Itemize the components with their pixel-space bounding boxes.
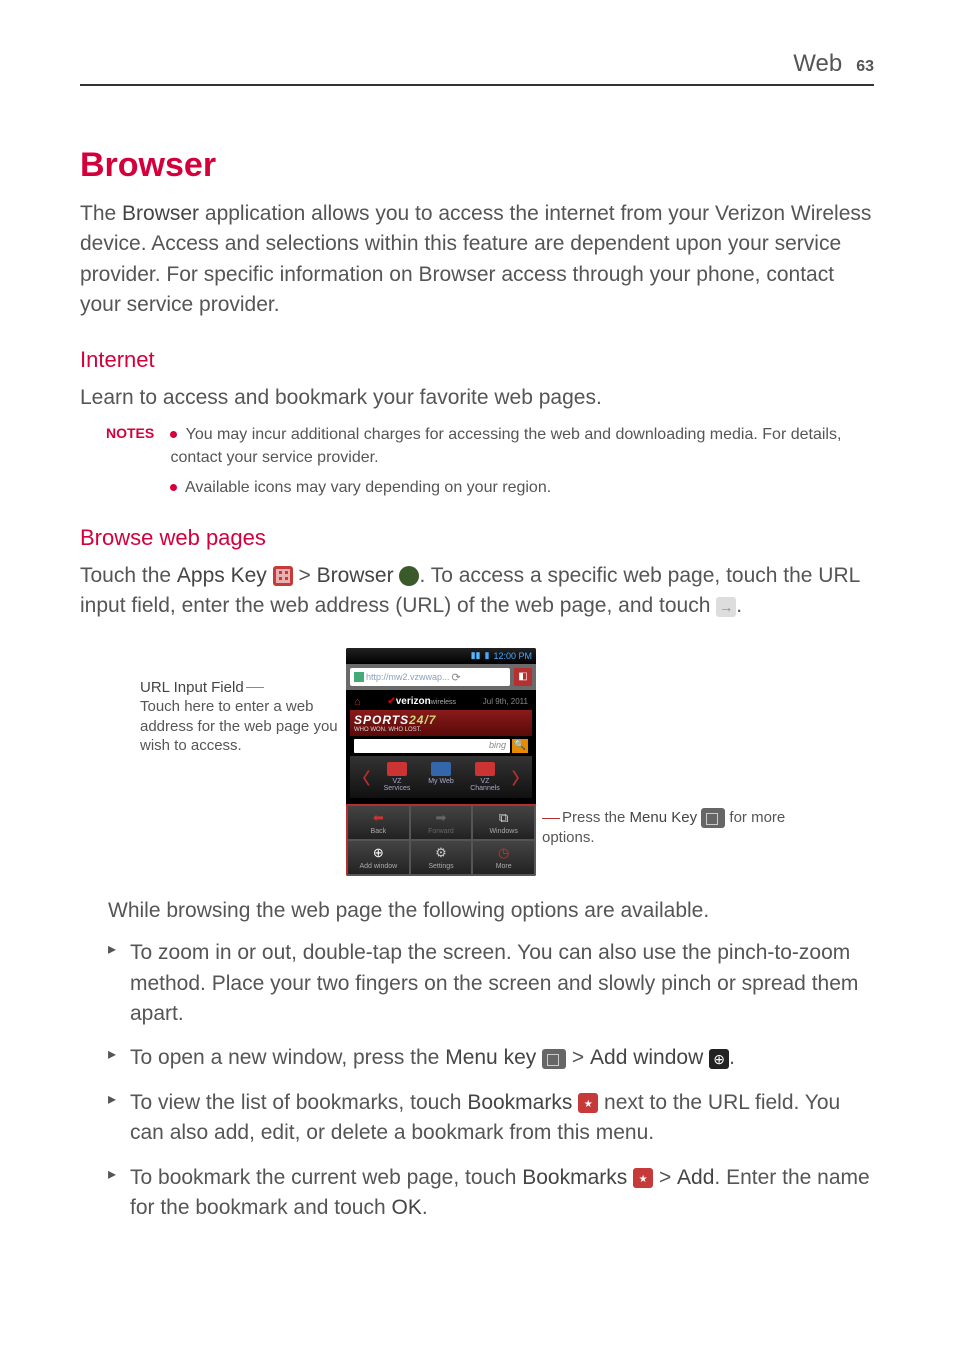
bing-search-button[interactable]: 🔍 xyxy=(512,739,528,753)
note-text: You may incur additional charges for acc… xyxy=(170,426,841,466)
bing-search-input[interactable]: bing xyxy=(354,739,510,753)
callout-desc: Touch here to enter a web address for th… xyxy=(140,698,338,754)
url-input[interactable]: http://mw2.vzwwap... ⟳ xyxy=(350,668,510,686)
internet-lead: Learn to access and bookmark your favori… xyxy=(80,383,874,413)
bookmarks-icon xyxy=(633,1168,653,1188)
browser-menu: ⬅Back ➡Forward ⧉Windows ⊕Add window ⚙Set… xyxy=(346,804,536,876)
figure: URL Input Field Touch here to enter a we… xyxy=(140,648,874,876)
page-content: ⌂ ✔verizonwireless Jul 9th, 2011 SPORTS2… xyxy=(346,690,536,802)
carousel-prev[interactable]: 〈 xyxy=(354,765,370,789)
bullet-icon xyxy=(170,431,177,438)
apps-key-icon xyxy=(273,566,293,586)
menu-key-icon xyxy=(701,808,725,828)
menu-settings[interactable]: ⚙Settings xyxy=(410,840,473,875)
page-header: Web 63 xyxy=(80,50,874,86)
callout-line xyxy=(246,687,264,688)
add-window-icon: ⊕ xyxy=(709,1049,729,1069)
list-item: To open a new window, press the Menu key… xyxy=(108,1043,874,1073)
menu-key-icon xyxy=(542,1049,566,1069)
header-page-number: 63 xyxy=(856,58,874,76)
go-arrow-icon: → xyxy=(716,597,736,617)
url-text: http://mw2.vzwwap... xyxy=(366,672,450,682)
search-row: bing 🔍 xyxy=(350,736,532,756)
page-title: Browser xyxy=(80,146,874,185)
list-item: To view the list of bookmarks, touch Boo… xyxy=(108,1088,874,1149)
note-text: Available icons may vary depending on yo… xyxy=(185,479,551,496)
status-time: 12:00 PM xyxy=(493,651,532,661)
list-item: To bookmark the current web page, touch … xyxy=(108,1163,874,1224)
text-fragment: > xyxy=(293,564,317,587)
browser-icon xyxy=(399,566,419,586)
bookmarks-icon xyxy=(578,1093,598,1113)
menu-windows[interactable]: ⧉Windows xyxy=(472,805,535,840)
status-bar: ▮▮ ▮ 12:00 PM xyxy=(346,648,536,664)
menu-more[interactable]: ◷More xyxy=(472,840,535,875)
menu-forward[interactable]: ➡Forward xyxy=(410,805,473,840)
favicon-icon xyxy=(354,672,364,682)
menu-add-window[interactable]: ⊕Add window xyxy=(347,840,410,875)
bullet-icon xyxy=(170,484,177,491)
url-bar: http://mw2.vzwwap... ⟳ ◧ xyxy=(346,664,536,690)
note-item: You may incur additional charges for acc… xyxy=(170,423,870,469)
page-date: Jul 9th, 2011 xyxy=(483,697,528,706)
internet-heading: Internet xyxy=(80,347,874,373)
header-section: Web xyxy=(793,50,842,78)
notes-block: NOTES You may incur additional charges f… xyxy=(106,423,874,505)
carousel-item[interactable]: My Web xyxy=(423,762,459,792)
after-figure-text: While browsing the web page the followin… xyxy=(108,896,874,926)
callout-menu-key: Press the Menu Key for more options. xyxy=(542,808,802,848)
carousel-item[interactable]: VZ Services xyxy=(379,762,415,792)
intro-bold: Browser xyxy=(122,202,199,225)
carousel-item[interactable]: VZ Channels xyxy=(467,762,503,792)
menu-back[interactable]: ⬅Back xyxy=(347,805,410,840)
carousel: 〈 VZ Services My Web VZ Channels 〉 xyxy=(350,756,532,798)
callout-line xyxy=(542,818,560,819)
browse-paragraph: Touch the Apps Key > Browser . To access… xyxy=(80,561,874,622)
list-item: To zoom in or out, double-tap the screen… xyxy=(108,938,874,1029)
carrier-logo: ✔verizonwireless xyxy=(387,696,456,707)
carousel-next[interactable]: 〉 xyxy=(512,765,528,789)
notes-label: NOTES xyxy=(106,423,166,443)
home-icon[interactable]: ⌂ xyxy=(354,696,361,708)
battery-icon: ▮ xyxy=(485,650,490,661)
text-fragment: Touch the xyxy=(80,564,177,587)
browser-label: Browser xyxy=(317,564,394,587)
bookmarks-button[interactable]: ◧ xyxy=(514,668,532,686)
signal-icon: ▮▮ xyxy=(471,650,481,661)
intro-paragraph: The Browser application allows you to ac… xyxy=(80,199,874,321)
phone-screenshot: ▮▮ ▮ 12:00 PM http://mw2.vzwwap... ⟳ ◧ ⌂… xyxy=(346,648,536,876)
callout-url-field: URL Input Field Touch here to enter a we… xyxy=(140,648,340,756)
text-fragment: Press the xyxy=(562,809,630,826)
menu-key-label: Menu Key xyxy=(630,809,698,826)
callout-title: URL Input Field xyxy=(140,679,244,696)
refresh-icon[interactable]: ⟳ xyxy=(452,671,464,683)
browse-heading: Browse web pages xyxy=(80,525,874,551)
apps-key-label: Apps Key xyxy=(177,564,267,587)
sports-banner[interactable]: SPORTS24/7 WHO WON. WHO LOST. xyxy=(350,710,532,736)
bullet-list: To zoom in or out, double-tap the screen… xyxy=(108,938,874,1224)
note-item: Available icons may vary depending on yo… xyxy=(170,476,870,499)
